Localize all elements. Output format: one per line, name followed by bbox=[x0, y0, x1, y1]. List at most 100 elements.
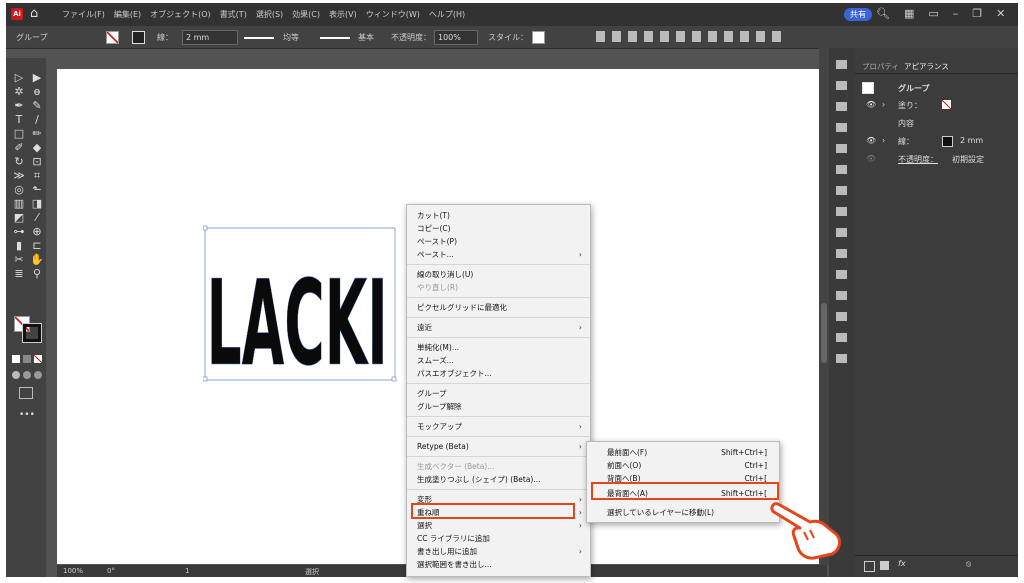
search-icon[interactable]: 🔍︎ bbox=[876, 7, 890, 20]
magic-wand-tool-icon[interactable]: ✲ bbox=[12, 86, 26, 97]
menu-item-paste[interactable]: ペースト(P) bbox=[417, 236, 582, 247]
tab-properties[interactable]: プロパティ bbox=[862, 61, 899, 72]
eye-icon[interactable]: 👁︎ bbox=[866, 136, 876, 145]
align-left-icon[interactable] bbox=[596, 31, 605, 42]
width-tool-icon[interactable]: ≫ bbox=[12, 170, 26, 181]
draw-normal-icon[interactable] bbox=[12, 371, 20, 379]
stroke-panel-icon[interactable] bbox=[836, 207, 847, 216]
menu-item-paste-special[interactable]: ペースト... › bbox=[417, 249, 582, 260]
menu-item-select[interactable]: 選択 › bbox=[417, 520, 582, 531]
stroke-weight-field[interactable]: 2 mm bbox=[182, 30, 238, 45]
tab-appearance[interactable]: アピアランス bbox=[904, 61, 949, 72]
free-transform-tool-icon[interactable]: ⌗ bbox=[30, 170, 44, 181]
status-mode[interactable]: 選択 bbox=[305, 567, 319, 577]
eye-icon[interactable]: 👁︎ bbox=[866, 154, 876, 163]
line-tool-icon[interactable]: / bbox=[30, 114, 44, 125]
menu-edit[interactable]: 編集(E) bbox=[114, 9, 141, 20]
stroke-weight-panel[interactable]: 2 mm bbox=[960, 136, 983, 145]
opacity-label-panel[interactable]: 不透明度： bbox=[898, 154, 938, 165]
align-top-icon[interactable] bbox=[644, 31, 653, 42]
align-right-icon[interactable] bbox=[628, 31, 637, 42]
zoom-level[interactable]: 100% bbox=[63, 567, 83, 575]
rotation-angle[interactable]: 0° bbox=[107, 567, 115, 575]
contents-label[interactable]: 内容 bbox=[898, 118, 914, 129]
pathfinder-panel-icon[interactable] bbox=[836, 291, 847, 300]
workspace-icon[interactable]: ▭ bbox=[928, 7, 938, 20]
expand-stroke-chevron-icon[interactable]: › bbox=[882, 136, 885, 145]
gradient-panel-icon[interactable] bbox=[836, 228, 847, 237]
minimize-icon[interactable]: – bbox=[953, 7, 959, 20]
share-button[interactable]: 共有 bbox=[844, 8, 872, 21]
home-icon[interactable]: ⌂ bbox=[30, 6, 38, 21]
menu-view[interactable]: 表示(V) bbox=[329, 9, 357, 20]
menu-item-ungroup[interactable]: グループ解除 bbox=[417, 401, 582, 412]
handle-bottom-middle[interactable] bbox=[391, 376, 397, 382]
links-panel-icon[interactable] bbox=[836, 270, 847, 279]
align-center-icon[interactable] bbox=[612, 31, 621, 42]
profile-label[interactable]: 均等 bbox=[283, 32, 299, 43]
eye-icon[interactable]: 👁︎ bbox=[866, 100, 876, 109]
brushes-panel-icon[interactable] bbox=[836, 123, 847, 132]
graph-tool-icon[interactable]: ▮ bbox=[12, 240, 26, 251]
transparency-panel-icon[interactable] bbox=[836, 249, 847, 258]
layers-panel-icon[interactable] bbox=[836, 81, 847, 90]
menu-item-undo[interactable]: 線の取り消し(U) bbox=[417, 269, 582, 280]
distribute-center-icon[interactable] bbox=[756, 31, 765, 42]
maximize-icon[interactable]: ❐ bbox=[972, 7, 982, 20]
none-icon[interactable] bbox=[34, 355, 42, 363]
stroke-color-icon[interactable] bbox=[22, 323, 42, 343]
draw-inside-icon[interactable] bbox=[34, 371, 42, 379]
distribute-right-icon[interactable] bbox=[772, 31, 781, 42]
align-middle-icon[interactable] bbox=[660, 31, 669, 42]
handle-bottom-left[interactable] bbox=[203, 376, 208, 382]
menu-item-simplify[interactable]: 単純化(M)... bbox=[417, 342, 582, 353]
menu-item-add-to-export[interactable]: 書き出し用に追加 › bbox=[417, 546, 582, 557]
artboard-number[interactable]: 1 bbox=[185, 567, 189, 575]
menu-item-mockup[interactable]: モックアップ › bbox=[417, 421, 582, 432]
shaper-tool-icon[interactable]: ✐ bbox=[12, 142, 26, 153]
scale-tool-icon[interactable]: ⊡ bbox=[30, 156, 44, 167]
symbols-panel-icon[interactable] bbox=[836, 144, 847, 153]
stroke-swatch[interactable] bbox=[132, 31, 145, 44]
menu-item-copy[interactable]: コピー(C) bbox=[417, 223, 582, 234]
align-bottom-icon[interactable] bbox=[676, 31, 685, 42]
clear-appearance-icon[interactable]: ⦸ bbox=[966, 559, 971, 569]
menu-item-retype[interactable]: Retype (Beta) › bbox=[417, 441, 582, 452]
symbol-sprayer-tool-icon[interactable]: ⊕ bbox=[30, 226, 44, 237]
distribute-middle-icon[interactable] bbox=[708, 31, 717, 42]
scrollbar-thumb[interactable] bbox=[821, 303, 827, 363]
menu-item-path-object[interactable]: パスエオブジェクト... bbox=[417, 368, 582, 379]
fill-label[interactable]: 塗り： bbox=[898, 100, 922, 111]
distribute-bottom-icon[interactable] bbox=[724, 31, 733, 42]
chart-tool-icon[interactable]: ≣ bbox=[12, 268, 26, 279]
zoom-tool-icon[interactable]: ⚲ bbox=[30, 268, 44, 279]
style-swatch[interactable] bbox=[532, 31, 545, 44]
add-fill-icon[interactable] bbox=[880, 561, 889, 570]
expand-fill-chevron-icon[interactable]: › bbox=[882, 100, 885, 109]
menu-item-smooth[interactable]: スムーズ... bbox=[417, 355, 582, 366]
handle-top-left[interactable] bbox=[203, 225, 208, 231]
mesh-tool-icon[interactable]: ◨ bbox=[30, 198, 44, 209]
menu-type[interactable]: 書式(T) bbox=[220, 9, 247, 20]
live-paint-tool-icon[interactable]: ⬑ bbox=[30, 184, 44, 195]
hand-tool-icon[interactable]: ✋ bbox=[30, 254, 44, 265]
stroke-swatch-panel[interactable] bbox=[942, 136, 953, 147]
transform-panel-icon[interactable] bbox=[836, 312, 847, 321]
brush-tool-icon[interactable]: ✏ bbox=[30, 128, 44, 139]
menu-item-add-to-cc-library[interactable]: CC ライブラリに追加 bbox=[417, 533, 582, 544]
artboard-tool-icon[interactable]: ⊏ bbox=[30, 240, 44, 251]
selection-tool-icon[interactable]: ▷ bbox=[12, 72, 26, 83]
eraser-tool-icon[interactable]: ◆ bbox=[30, 142, 44, 153]
direct-selection-tool-icon[interactable]: ▶ bbox=[30, 72, 44, 83]
swatches-panel-icon[interactable] bbox=[836, 165, 847, 174]
menu-item-generative-fill[interactable]: 生成塗りつぶし (シェイプ) (Beta)... bbox=[417, 474, 582, 485]
fill-swatch[interactable] bbox=[106, 31, 119, 44]
menu-object[interactable]: オブジェクト(O) bbox=[150, 9, 211, 20]
color-icon[interactable] bbox=[12, 355, 20, 363]
shape-builder-tool-icon[interactable]: ◎ bbox=[12, 184, 26, 195]
close-icon[interactable]: ✕ bbox=[996, 7, 1005, 20]
submenu-item-bring-to-front[interactable]: 最前面へ(F) Shift+Ctrl+] bbox=[607, 447, 767, 458]
curvature-tool-icon[interactable]: ✎ bbox=[30, 100, 44, 111]
menu-item-cut[interactable]: カット(T) bbox=[417, 210, 582, 221]
pen-tool-icon[interactable]: ✒ bbox=[12, 100, 26, 111]
